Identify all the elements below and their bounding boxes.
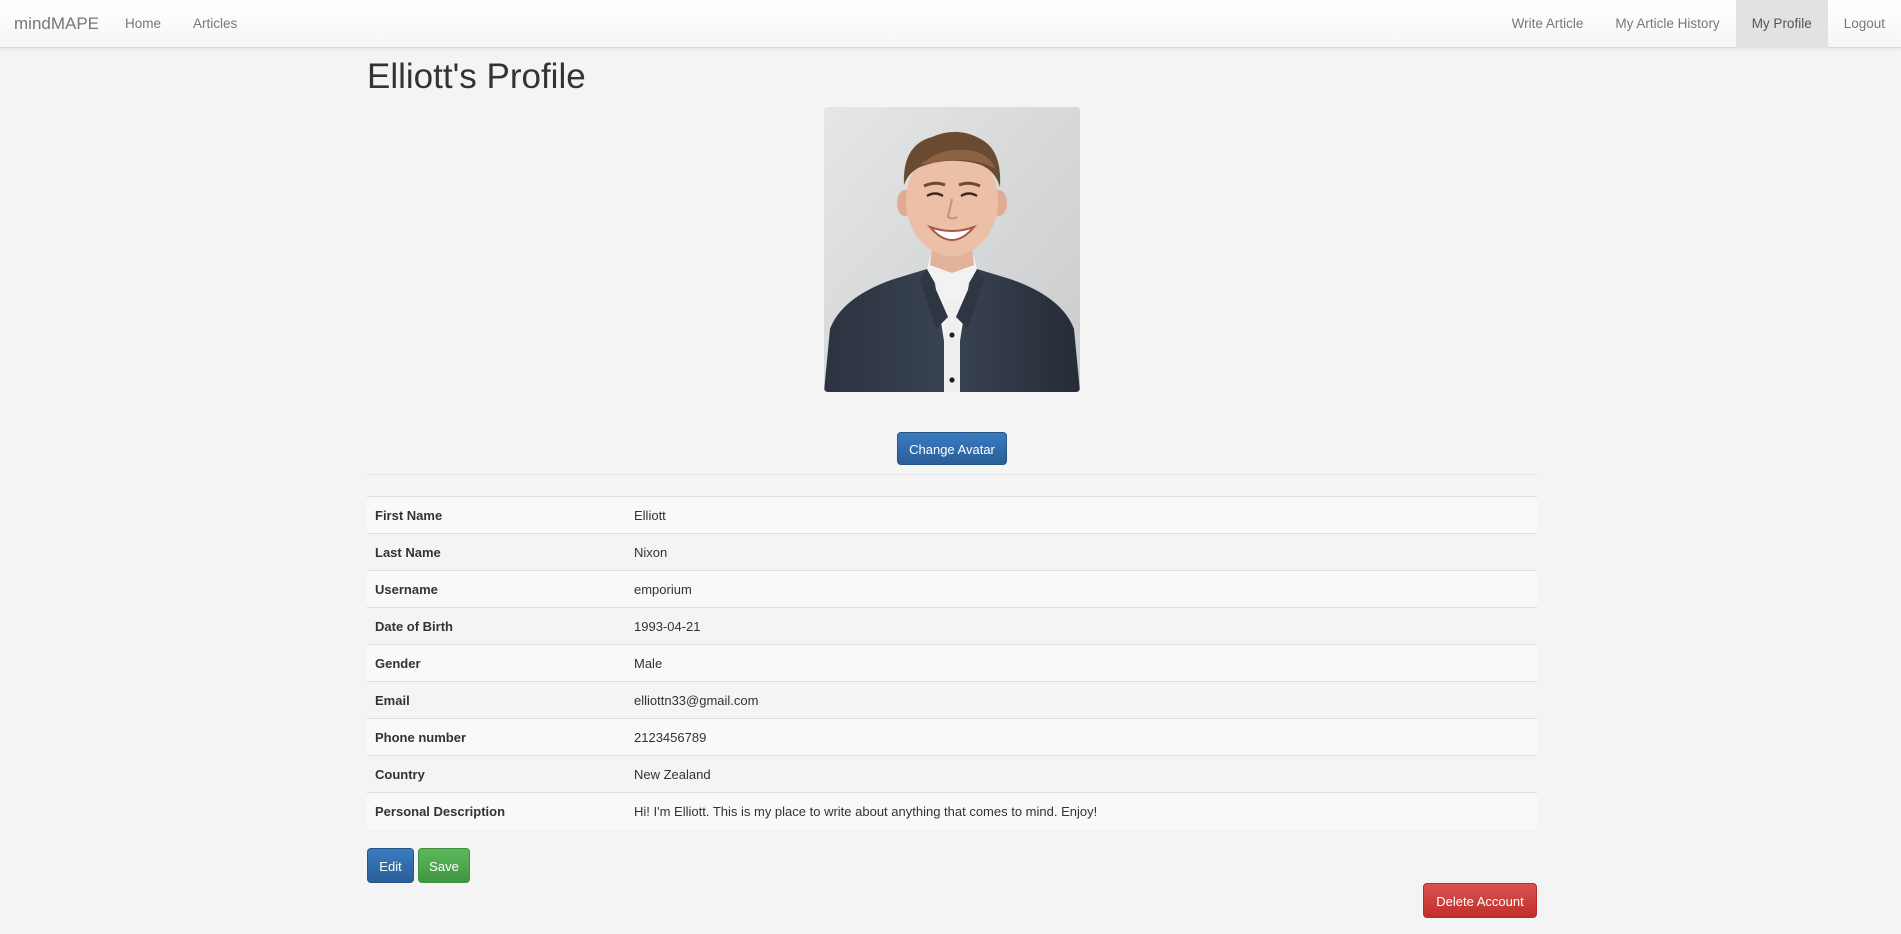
table-row: Date of Birth 1993-04-21: [367, 607, 1537, 645]
field-value: emporium: [634, 581, 692, 597]
save-button[interactable]: Save: [418, 848, 470, 883]
field-value: 1993-04-21: [634, 618, 701, 634]
field-label: Personal Description: [375, 803, 506, 819]
field-label: Gender: [375, 655, 421, 671]
table-row: Personal Description Hi! I'm Elliott. Th…: [367, 792, 1537, 830]
field-label: Country: [375, 766, 425, 782]
field-label: Last Name: [375, 544, 441, 560]
table-row: Email elliottn33@gmail.com: [367, 681, 1537, 719]
field-label: First Name: [375, 507, 443, 523]
field-value: Male: [634, 655, 663, 671]
table-row: Country New Zealand: [367, 755, 1537, 793]
table-row: Username emporium: [367, 570, 1537, 608]
nav-home[interactable]: Home: [109, 0, 177, 48]
table-row: Gender Male: [367, 644, 1537, 682]
table-row: Phone number 2123456789: [367, 718, 1537, 756]
table-row: Last Name Nixon: [367, 533, 1537, 571]
brand-link[interactable]: mindMAPE: [14, 0, 99, 48]
table-row: First Name Elliott: [367, 496, 1537, 534]
field-value: elliottn33@gmail.com: [634, 692, 759, 708]
nav-logout[interactable]: Logout: [1828, 0, 1901, 48]
divider: [367, 474, 1537, 475]
delete-account-button[interactable]: Delete Account: [1423, 883, 1537, 918]
field-value: New Zealand: [634, 766, 711, 782]
field-label: Username: [375, 581, 438, 597]
nav-left: Home Articles: [109, 0, 253, 48]
avatar: [824, 107, 1080, 392]
field-label: Date of Birth: [375, 618, 453, 634]
page-title: Elliott's Profile: [367, 57, 586, 96]
avatar-photo: [824, 107, 1080, 392]
field-value: Elliott: [634, 507, 666, 523]
nav-articles[interactable]: Articles: [177, 0, 253, 48]
field-value: 2123456789: [634, 729, 707, 745]
nav-write-article[interactable]: Write Article: [1496, 0, 1600, 48]
change-avatar-button[interactable]: Change Avatar: [897, 432, 1007, 465]
field-value: Nixon: [634, 544, 668, 560]
nav-my-profile[interactable]: My Profile: [1735, 0, 1828, 48]
navbar: mindMAPE Home Articles Write Article My …: [0, 0, 1901, 48]
field-label: Phone number: [375, 729, 467, 745]
field-value: Hi! I'm Elliott. This is my place to wri…: [634, 803, 1098, 819]
nav-right: Write Article My Article History My Prof…: [1496, 0, 1901, 48]
nav-my-article-history[interactable]: My Article History: [1599, 0, 1735, 48]
profile-table: First Name Elliott Last Name Nixon Usern…: [367, 496, 1537, 830]
field-label: Email: [375, 692, 410, 708]
edit-button[interactable]: Edit: [367, 848, 414, 883]
